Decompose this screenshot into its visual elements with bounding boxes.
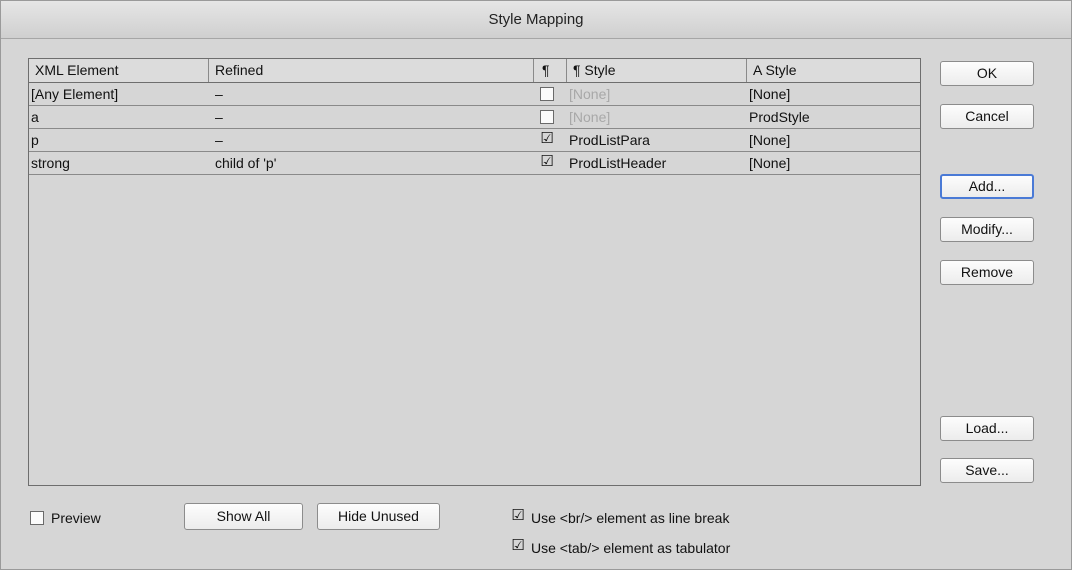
row-paragraph-style[interactable]: [None]: [569, 83, 610, 105]
row-refined: –: [215, 132, 223, 148]
preview-label: Preview: [51, 510, 101, 526]
add-button[interactable]: Add...: [940, 174, 1034, 199]
row-refined: child of 'p': [215, 155, 277, 171]
row-element: [Any Element]: [31, 86, 119, 102]
row-character-style[interactable]: [None]: [749, 83, 790, 105]
row-refined: –: [215, 86, 223, 102]
hide-unused-button[interactable]: Hide Unused: [317, 503, 440, 530]
row-character-style[interactable]: [None]: [749, 129, 790, 151]
show-all-button[interactable]: Show All: [184, 503, 303, 530]
row-map-checkbox[interactable]: [540, 87, 554, 101]
table-row[interactable]: a – [None] ProdStyle: [29, 106, 920, 129]
row-paragraph-style[interactable]: ProdListHeader: [569, 152, 666, 174]
column-header-paragraph-style[interactable]: ¶ Style: [567, 59, 747, 82]
window-title: Style Mapping: [1, 1, 1071, 39]
table-row[interactable]: [Any Element] – [None] [None]: [29, 83, 920, 106]
row-character-style[interactable]: ProdStyle: [749, 106, 810, 128]
ok-button[interactable]: OK: [940, 61, 1034, 86]
table-row[interactable]: p – ☑ ProdListPara [None]: [29, 129, 920, 152]
row-paragraph-style[interactable]: ProdListPara: [569, 129, 650, 151]
remove-button[interactable]: Remove: [940, 260, 1034, 285]
column-header-xml-element[interactable]: XML Element: [29, 59, 209, 82]
row-element: strong: [31, 155, 70, 171]
row-paragraph-style[interactable]: [None]: [569, 106, 610, 128]
load-button[interactable]: Load...: [940, 416, 1034, 441]
line-break-label: Use <br/> element as line break: [531, 510, 730, 526]
row-map-checkbox[interactable]: ☑: [540, 131, 554, 147]
line-break-checkbox[interactable]: ☑: [511, 508, 525, 524]
style-mapping-dialog: Style Mapping XML Element Refined ¶ ¶ St…: [0, 0, 1072, 570]
row-element: a: [31, 109, 39, 125]
cancel-button[interactable]: Cancel: [940, 104, 1034, 129]
table-header: XML Element Refined ¶ ¶ Style A Style: [29, 59, 920, 83]
tabulator-checkbox[interactable]: ☑: [511, 538, 525, 554]
column-header-paragraph-mark[interactable]: ¶: [534, 59, 567, 82]
column-header-refined[interactable]: Refined: [209, 59, 534, 82]
row-character-style[interactable]: [None]: [749, 152, 790, 174]
row-refined: –: [215, 109, 223, 125]
preview-checkbox[interactable]: [30, 511, 44, 525]
tabulator-label: Use <tab/> element as tabulator: [531, 540, 731, 556]
table-row[interactable]: strong child of 'p' ☑ ProdListHeader [No…: [29, 152, 920, 175]
modify-button[interactable]: Modify...: [940, 217, 1034, 242]
style-mapping-table: XML Element Refined ¶ ¶ Style A Style [A…: [28, 58, 921, 486]
row-map-checkbox[interactable]: [540, 110, 554, 124]
save-button[interactable]: Save...: [940, 458, 1034, 483]
row-element: p: [31, 132, 39, 148]
row-map-checkbox[interactable]: ☑: [540, 154, 554, 170]
column-header-character-style[interactable]: A Style: [747, 59, 920, 82]
